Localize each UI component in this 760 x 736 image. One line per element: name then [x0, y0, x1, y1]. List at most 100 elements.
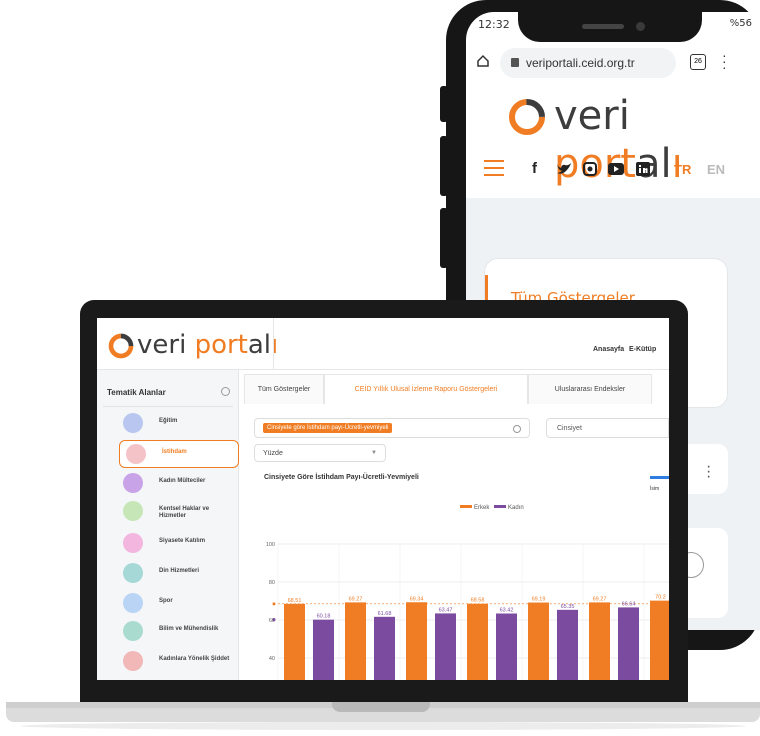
hamburger-menu-icon[interactable] [484, 160, 504, 181]
bar-value-label: 68.58 [471, 598, 485, 604]
sidebar-item[interactable]: Kentsel Haklar ve Hizmetler [117, 498, 239, 526]
tab-ceid-indicators[interactable]: CEİD Yıllık Ulusal İzleme Raporu Gösterg… [324, 374, 528, 404]
speaker [582, 24, 624, 29]
legend-label-kadin: Kadın [508, 505, 524, 511]
youtube-icon[interactable] [608, 163, 624, 175]
sidebar-item[interactable]: Eğitim [117, 410, 239, 438]
category-icon [126, 444, 146, 464]
y-tick-label: 80 [269, 580, 275, 586]
sidebar-item-label: Bilim ve Mühendislik [159, 626, 219, 632]
bar-erkek [406, 602, 427, 680]
url-text: veriportali.ceid.org.tr [526, 56, 635, 70]
nav-home[interactable]: Anasayfa [593, 346, 624, 353]
y-tick-label: 40 [269, 656, 275, 662]
sidebar-title: Tematik Alanlar [107, 388, 166, 397]
nav-library[interactable]: E-Kütüp [629, 346, 656, 353]
bar-erkek [589, 602, 610, 680]
category-icon [123, 593, 143, 613]
sidebar-item[interactable]: Kadınlara Yönelik Şiddet [117, 648, 239, 676]
home-icon[interactable] [476, 54, 490, 68]
legend-label-erkek: Erkek [474, 505, 490, 511]
site-header: veri portalı Anasayfa E-Kütüp [97, 318, 669, 370]
bar-value-label: 69.19 [532, 597, 546, 603]
facebook-icon[interactable]: f [532, 160, 537, 177]
bar-value-label: 68.51 [288, 598, 302, 604]
logo-ring-icon [108, 333, 134, 359]
category-icon [123, 501, 143, 521]
lock-icon [511, 58, 519, 67]
sidebar-item[interactable]: Bilim ve Mühendislik [117, 618, 239, 646]
bar-kadin [313, 619, 334, 680]
sidebar-item-label: Spor [159, 598, 173, 604]
info-icon[interactable] [221, 387, 230, 396]
bar-value-label: 69.27 [349, 596, 363, 602]
header-divider [273, 318, 274, 370]
logo-text: veri portalı [137, 330, 279, 360]
phone-side-button [440, 86, 448, 122]
camera [636, 22, 645, 31]
sidebar-item[interactable]: Kadın Mülteciler [117, 470, 239, 498]
instagram-icon[interactable] [583, 162, 597, 176]
y-tick-label: 100 [266, 542, 275, 548]
category-icon [123, 621, 143, 641]
indicator-select[interactable]: Cinsiyete göre İstihdam payı-Ücretli-yev… [254, 418, 530, 438]
chevron-down-icon: ▼ [371, 450, 377, 456]
category-icon [123, 533, 143, 553]
bar-value-label: 61.68 [378, 611, 392, 617]
bar-chart: ErkekKadın2040608010068.5169.2769.3468.5… [266, 505, 669, 680]
phone-logo[interactable]: veri portalı [506, 92, 756, 187]
bar-erkek [528, 602, 549, 680]
bar-kadin [618, 607, 639, 680]
sidebar-item-label: Kadınlara Yönelik Şiddet [159, 656, 230, 662]
tab-international-indices[interactable]: Uluslararası Endeksler [528, 374, 652, 404]
sidebar-item-label: Siyasete Katılım [159, 538, 206, 544]
sidebar-item[interactable]: Din Hizmetleri [117, 560, 239, 588]
bar-erkek [284, 603, 305, 680]
category-icon [123, 563, 143, 583]
indicator-tabs: Tüm Göstergeler CEİD Yıllık Ulusal İzlem… [240, 374, 669, 404]
tab-count-button[interactable]: 26 [690, 54, 706, 70]
sidebar-item[interactable]: Siyasete Katılım [117, 530, 239, 558]
bar-value-label: 70.2 [655, 595, 666, 601]
unit-select-value: Yüzde [263, 450, 283, 457]
bar-value-label: 63.42 [500, 608, 514, 614]
browser-menu-icon[interactable]: · · · [722, 48, 727, 74]
battery-status: %56 [729, 18, 752, 29]
category-icon [123, 413, 143, 433]
status-time: 12:32 [478, 18, 510, 31]
bar-value-label: 66.64 [622, 601, 636, 607]
lang-en-button[interactable]: EN [707, 162, 725, 177]
bar-erkek [650, 600, 669, 680]
sidebar-item[interactable]: Spor [117, 590, 239, 618]
sidebar-item[interactable]: İstihdam [119, 440, 239, 468]
sidebar-item-label: İstihdam [162, 449, 187, 455]
bar-value-label: 69.34 [410, 596, 424, 602]
sidebar-item-label: Din Hizmetleri [159, 568, 200, 574]
sidebar-divider [103, 406, 233, 407]
tab-all-indicators[interactable]: Tüm Göstergeler [244, 374, 324, 404]
reference-marker [272, 602, 276, 606]
unit-select[interactable]: Yüzde ▼ [254, 444, 386, 462]
linkedin-icon[interactable] [636, 162, 650, 176]
twitter-icon[interactable] [556, 162, 572, 176]
laptop-screen: veri portalı Anasayfa E-Kütüp Tematik Al… [97, 318, 669, 680]
series-indicator-line [650, 476, 669, 479]
logo-ring-icon [509, 99, 545, 135]
url-field[interactable]: veriportali.ceid.org.tr [500, 48, 676, 78]
browser-url-bar: veriportali.ceid.org.tr 26 · · · [466, 42, 760, 86]
bar-erkek [345, 602, 366, 680]
info-icon[interactable] [513, 425, 521, 433]
legend-swatch-kadin [494, 505, 506, 508]
gender-select[interactable]: Cinsiyet [546, 418, 669, 438]
bar-kadin [374, 616, 395, 680]
category-icon [123, 651, 143, 671]
reference-marker [272, 618, 276, 622]
laptop-shadow [20, 722, 746, 730]
bar-erkek [467, 603, 488, 680]
more-options-icon[interactable]: · · · [706, 459, 711, 485]
lang-tr-button[interactable]: TR [674, 162, 691, 177]
selected-indicator-chip[interactable]: Cinsiyete göre İstihdam payı-Ücretli-yev… [263, 423, 393, 433]
bar-kadin [557, 609, 578, 680]
phone-side-button [440, 136, 448, 196]
laptop-notch [332, 702, 430, 712]
